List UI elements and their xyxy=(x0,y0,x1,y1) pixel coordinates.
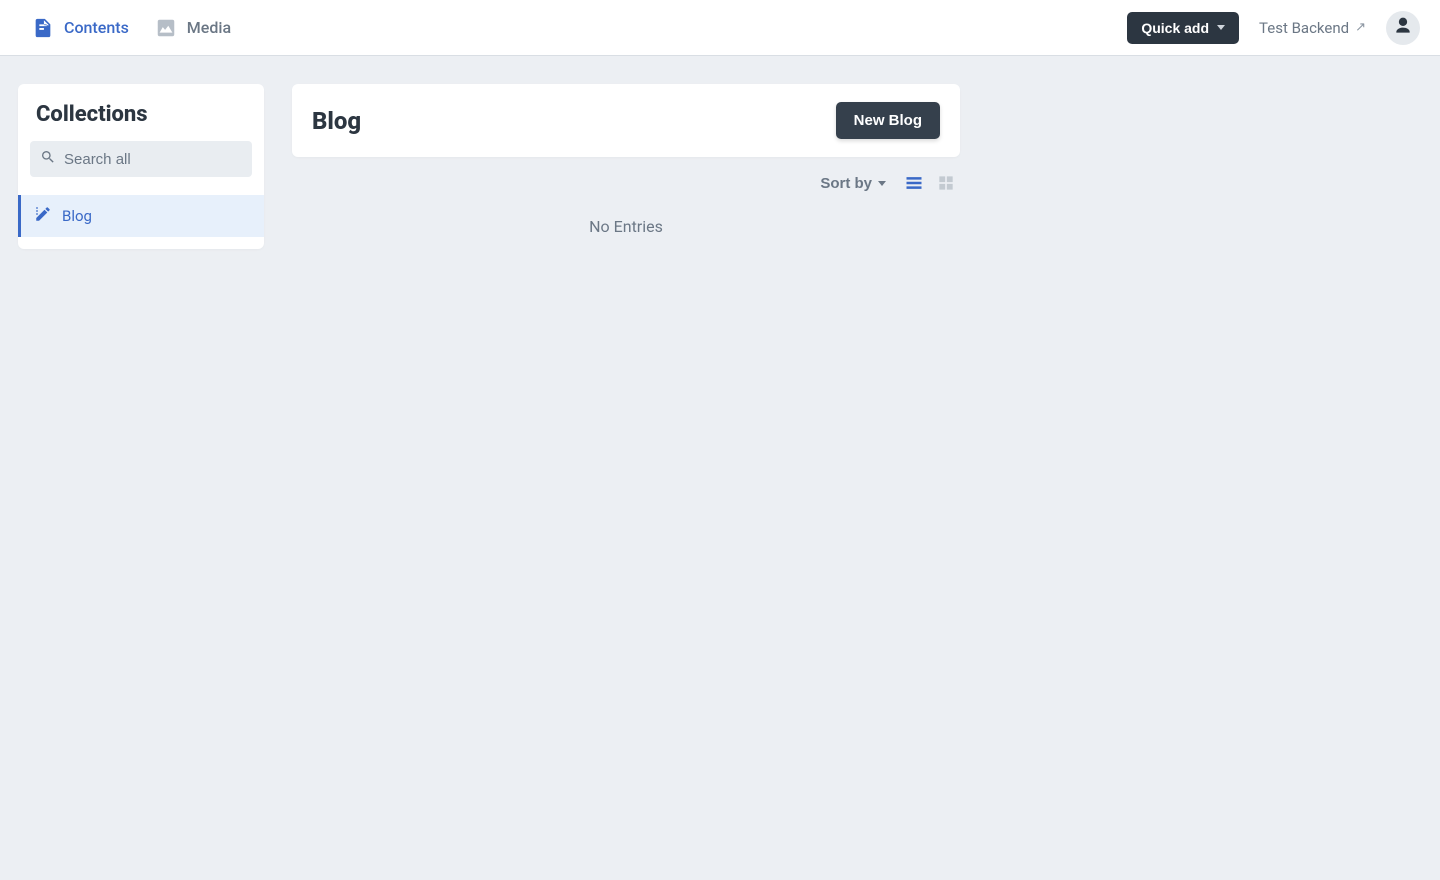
nav-contents[interactable]: Contents xyxy=(32,17,129,39)
nav-contents-label: Contents xyxy=(64,18,129,37)
list-view-button[interactable] xyxy=(904,173,924,193)
grid-icon xyxy=(936,173,956,193)
collections-sidebar: Collections Blog xyxy=(18,84,264,249)
list-icon xyxy=(904,173,924,193)
nav-right: Quick add Test Backend ↗ xyxy=(1127,11,1420,45)
chevron-down-icon xyxy=(878,181,886,186)
top-navbar: Contents Media Quick add Test Backend ↗ xyxy=(0,0,1440,56)
backend-link-label: Test Backend xyxy=(1259,19,1349,37)
nav-media-label: Media xyxy=(187,18,231,37)
nav-left: Contents Media xyxy=(32,17,231,39)
page-body: Collections Blog Blog New Blog Sort by xyxy=(0,56,1440,277)
sort-button[interactable]: Sort by xyxy=(820,175,886,192)
image-icon xyxy=(155,17,177,39)
collections-list: Blog xyxy=(18,195,264,237)
search-wrap xyxy=(30,141,252,177)
new-entry-button[interactable]: New Blog xyxy=(836,102,940,139)
nav-media[interactable]: Media xyxy=(155,17,231,39)
view-toggle xyxy=(904,173,956,193)
document-icon xyxy=(32,17,54,39)
list-controls: Sort by xyxy=(292,173,960,193)
collection-title: Blog xyxy=(312,107,361,135)
search-icon xyxy=(40,149,56,169)
user-icon xyxy=(1393,16,1413,40)
main-panel: Blog New Blog Sort by xyxy=(292,84,960,236)
pen-icon xyxy=(34,205,52,227)
user-avatar[interactable] xyxy=(1386,11,1420,45)
external-link-icon: ↗ xyxy=(1355,20,1366,35)
sort-label: Sort by xyxy=(820,175,872,192)
sidebar-item-label: Blog xyxy=(62,207,92,225)
backend-link[interactable]: Test Backend ↗ xyxy=(1259,19,1366,37)
quick-add-button[interactable]: Quick add xyxy=(1127,12,1239,44)
sidebar-item-blog[interactable]: Blog xyxy=(18,195,264,237)
chevron-down-icon xyxy=(1217,25,1225,30)
sidebar-title: Collections xyxy=(30,102,252,141)
collection-header: Blog New Blog xyxy=(292,84,960,157)
grid-view-button[interactable] xyxy=(936,173,956,193)
search-input[interactable] xyxy=(64,151,242,168)
empty-state: No Entries xyxy=(292,217,960,236)
quick-add-label: Quick add xyxy=(1141,20,1209,36)
